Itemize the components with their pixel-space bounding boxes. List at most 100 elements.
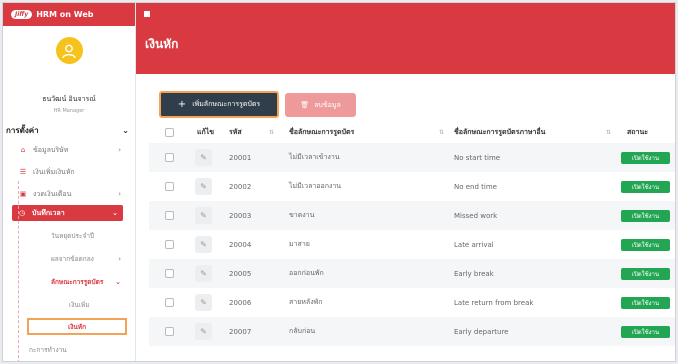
- sidebar-subitem-holiday[interactable]: วันหยุดประจำปี: [3, 224, 135, 247]
- table-row: ✎ 20007 กลับก่อน Early departure เปิดใช้…: [149, 317, 675, 346]
- cell-name-other: Late arrival: [454, 240, 494, 249]
- row-checkbox[interactable]: [165, 182, 174, 191]
- column-header-name[interactable]: ชื่อลักษณะการรูดบัตร: [289, 127, 354, 138]
- chevron-right-icon: ›: [118, 190, 121, 198]
- sidebar-item-allowance[interactable]: ☰ เงินเพิ่มเงินหัก: [3, 161, 135, 183]
- delete-button[interactable]: 🗑 ลบข้อมูล: [285, 93, 356, 117]
- edit-icon[interactable]: ✎: [195, 178, 212, 195]
- row-checkbox[interactable]: [165, 327, 174, 336]
- user-icon: [62, 44, 76, 58]
- cell-code: 20001: [229, 153, 252, 162]
- chevron-down-icon: ⌄: [122, 125, 129, 135]
- column-header-status[interactable]: สถานะ: [627, 127, 648, 138]
- table-row: ✎ 20006 สายหลังพัก Late return from brea…: [149, 288, 675, 317]
- sidebar-subitem-swipe-type[interactable]: ลักษณะการรูดบัตร ⌄: [3, 270, 135, 293]
- column-header-name-other[interactable]: ชื่อลักษณะการรูดบัตรภาษาอื่น: [454, 127, 545, 138]
- trash-icon: 🗑: [300, 101, 310, 109]
- chevron-right-icon: ›: [118, 146, 121, 154]
- edit-icon[interactable]: ✎: [195, 323, 212, 340]
- cell-name-other: Missed work: [454, 211, 498, 220]
- sidebar-subitem-agreement[interactable]: ผลจากข้อตกลง ›: [3, 247, 135, 270]
- row-checkbox[interactable]: [165, 269, 174, 278]
- status-badge: เปิดใช้งาน: [621, 267, 670, 280]
- user-role: HR Manager: [53, 108, 85, 114]
- sidebar-item-time-record[interactable]: ◷ บันทึกเวลา ⌄: [12, 205, 123, 221]
- row-checkbox[interactable]: [165, 240, 174, 249]
- row-checkbox[interactable]: [165, 211, 174, 220]
- cell-name: ไม่มีเวลาออกงาน: [289, 182, 342, 190]
- cell-code: 20006: [229, 298, 252, 307]
- cell-name: ออกก่อนพัก: [289, 269, 324, 277]
- table-body: ✎ 20001 ไม่มีเวลาเข้างาน No start time เ…: [149, 143, 675, 361]
- add-swipe-type-button[interactable]: + เพิ่มลักษณะการรูดบัตร: [159, 91, 279, 118]
- edit-icon[interactable]: ✎: [195, 149, 212, 166]
- delete-button-label: ลบข้อมูล: [314, 100, 341, 109]
- edit-icon[interactable]: ✎: [195, 294, 212, 311]
- app-brand[interactable]: Jiffy HRM on Web: [3, 3, 135, 26]
- chevron-down-icon: ⌄: [115, 277, 121, 286]
- toolbar: + เพิ่มลักษณะการรูดบัตร 🗑 ลบข้อมูล: [159, 91, 356, 118]
- table-row: ✎ 20002 ไม่มีเวลาออกงาน No end time เปิด…: [149, 172, 675, 201]
- cell-code: 20003: [229, 211, 252, 220]
- sidebar-subitem-additions[interactable]: เงินเพิ่ม: [3, 293, 135, 316]
- plus-icon: +: [177, 99, 187, 110]
- edit-icon[interactable]: ✎: [195, 236, 212, 253]
- sort-icon[interactable]: ⇅: [606, 129, 611, 136]
- user-name: ธนวัฒน์ อินจารณ์: [42, 95, 96, 103]
- edit-icon[interactable]: ✎: [195, 265, 212, 282]
- edit-icon[interactable]: ✎: [195, 207, 212, 224]
- cell-name-other: Early break: [454, 269, 494, 278]
- sidebar-subitem-label: เงินหัก: [67, 322, 87, 331]
- column-header-code[interactable]: รหัส: [229, 127, 242, 138]
- column-header-edit: แก้ไข: [197, 127, 215, 136]
- table-row: ✎ 20001 ไม่มีเวลาเข้างาน No start time เ…: [149, 143, 675, 172]
- row-checkbox[interactable]: [165, 298, 174, 307]
- sidebar-menu: การตั้งค่า ⌄ ⌂ ข้อมูลบริษัท › ☰ เงินเพิ่…: [3, 121, 135, 361]
- sidebar-subitem-deductions[interactable]: เงินหัก: [27, 318, 127, 335]
- sidebar-subitem-label: ผลจากข้อตกลง: [51, 254, 94, 263]
- sidebar-subitem-shift[interactable]: กะการทำงาน: [3, 338, 135, 361]
- status-badge: เปิดใช้งาน: [621, 325, 670, 338]
- sidebar-subitem-label: เงินเพิ่ม: [69, 300, 90, 309]
- app-title: HRM on Web: [36, 10, 94, 19]
- select-all-checkbox[interactable]: [165, 127, 174, 137]
- sidebar-subitem-label: วันหยุดประจำปี: [51, 231, 95, 240]
- avatar[interactable]: [55, 37, 83, 64]
- table-row: ✎ 20003 ขาดงาน Missed work เปิดใช้งาน: [149, 201, 675, 230]
- chevron-right-icon: ›: [118, 254, 121, 263]
- status-badge: เปิดใช้งาน: [621, 296, 670, 309]
- status-badge: เปิดใช้งาน: [621, 180, 670, 193]
- status-badge: เปิดใช้งาน: [621, 238, 670, 251]
- menu-section-settings[interactable]: การตั้งค่า ⌄: [3, 121, 135, 139]
- cell-name-other: No start time: [454, 153, 501, 162]
- sidebar-subitem-label: กะการทำงาน: [29, 345, 67, 354]
- row-checkbox[interactable]: [165, 153, 174, 162]
- sidebar-subitem-label: ลักษณะการรูดบัตร: [51, 277, 104, 286]
- sidebar-item-company[interactable]: ⌂ ข้อมูลบริษัท ›: [3, 139, 135, 161]
- list-icon: ☰: [19, 168, 27, 176]
- cell-name: สายหลังพัก: [289, 298, 323, 306]
- status-badge: เปิดใช้งาน: [621, 209, 670, 222]
- user-profile: ธนวัฒน์ อินจารณ์ HR Manager: [3, 26, 135, 121]
- app-window: Jiffy HRM on Web ธนวัฒน์ อินจารณ์ HR Man…: [2, 2, 676, 362]
- home-icon: ⌂: [20, 146, 26, 154]
- sidebar-item-label: ข้อมูลบริษัท: [33, 145, 69, 154]
- cell-name: มาสาย: [289, 240, 310, 248]
- cell-code: 20005: [229, 269, 252, 278]
- sidebar-item-label: งวดเงินเดือน: [33, 189, 72, 198]
- sort-icon[interactable]: ⇅: [439, 129, 444, 136]
- cell-code: 20002: [229, 182, 252, 191]
- menu-toggle-icon[interactable]: [144, 11, 150, 17]
- sidebar-item-label: บันทึกเวลา: [32, 208, 65, 217]
- app-logo: Jiffy: [11, 10, 33, 19]
- sort-icon[interactable]: ⇅: [269, 129, 274, 136]
- cell-code: 20007: [229, 327, 252, 336]
- cell-name: กลับก่อน: [289, 327, 316, 335]
- main-content: + เพิ่มลักษณะการรูดบัตร 🗑 ลบข้อมูล แก้ไข…: [149, 88, 675, 361]
- chevron-down-icon: ⌄: [112, 209, 118, 217]
- page-header: เงินหัก: [136, 26, 675, 74]
- sidebar-item-payroll-period[interactable]: ▣ งวดเงินเดือน ›: [3, 183, 135, 205]
- table-row: ✎ 20005 ออกก่อนพัก Early break เปิดใช้งา…: [149, 259, 675, 288]
- sidebar-item-label: เงินเพิ่มเงินหัก: [33, 167, 75, 176]
- menu-tree-line: [18, 181, 19, 361]
